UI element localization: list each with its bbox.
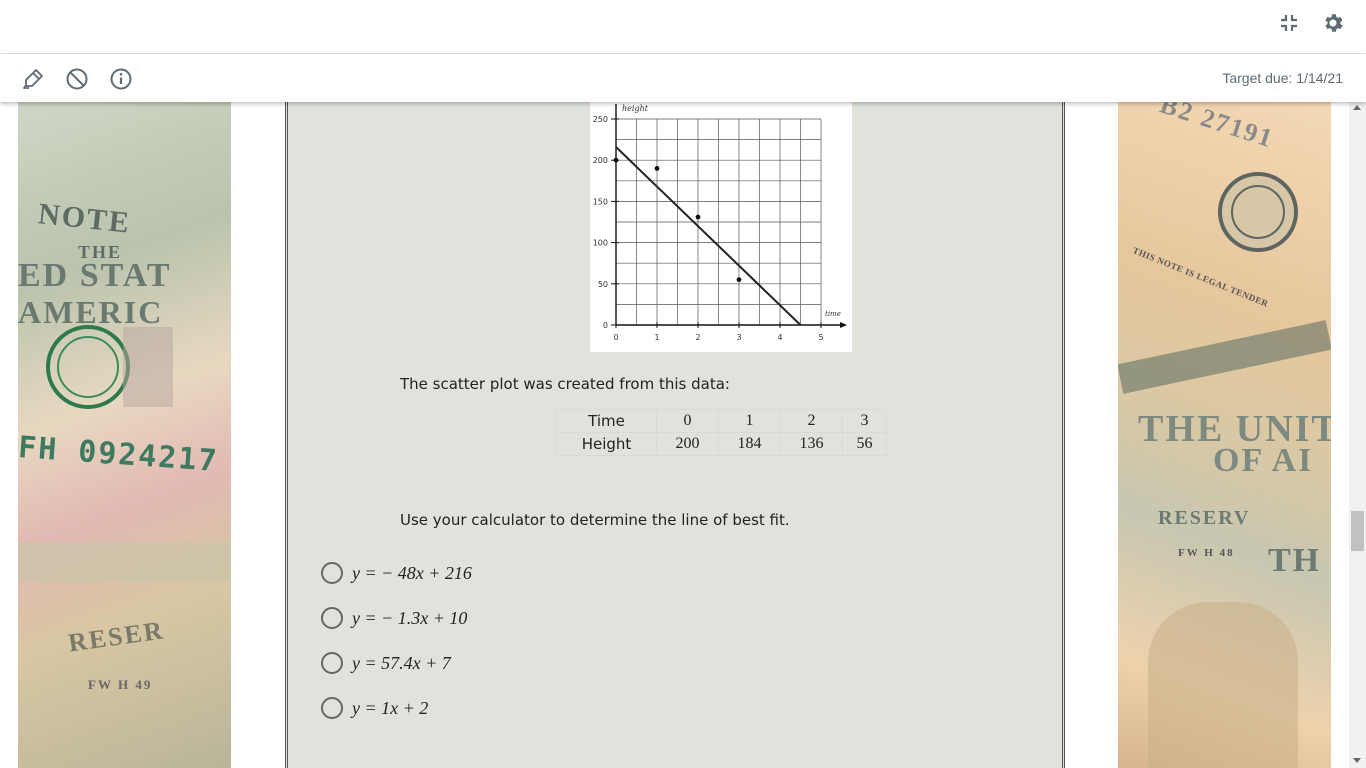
- table-row-header: Height: [556, 432, 657, 456]
- y-tick-label: 0: [603, 321, 608, 330]
- bill-text: TH: [1268, 542, 1322, 579]
- table-row: Time 0 1 2 3: [556, 409, 887, 433]
- radio-button[interactable]: [321, 607, 343, 629]
- table-row-header: Time: [556, 409, 657, 433]
- answer-choice-d[interactable]: y = 1x + 2: [321, 693, 428, 723]
- y-tick-label: 50: [598, 280, 608, 289]
- top-header: [0, 0, 1366, 54]
- bill-text: RESER: [66, 615, 167, 658]
- scroll-down-arrow-icon[interactable]: [1353, 758, 1361, 763]
- collapse-arrows-icon[interactable]: [1276, 10, 1302, 36]
- bill-text: ED STAT: [18, 257, 172, 294]
- scatter-plot: 0 1 2 3 4 5 0 50 100 150 200 250 height time: [590, 102, 852, 352]
- table-cell: 136: [780, 432, 843, 456]
- vertical-scrollbar[interactable]: [1349, 102, 1366, 768]
- answer-choice-c[interactable]: y = 57.4x + 7: [321, 648, 451, 678]
- x-tick-label: 4: [777, 333, 782, 342]
- question-instruction: Use your calculator to determine the lin…: [400, 511, 790, 529]
- scatter-plot-svg: 0 1 2 3 4 5050100150200250heighttime: [593, 104, 847, 342]
- question-panel: 0 1 2 3 4 5 0 50 100 150 200 250 height time The scat…: [285, 102, 1065, 768]
- bill-text: B2 27191: [1156, 102, 1278, 154]
- data-point: [613, 157, 619, 163]
- table-cell: 2: [780, 409, 843, 433]
- answer-choice-text: y = 57.4x + 7: [352, 652, 451, 673]
- highlighter-icon[interactable]: [20, 66, 46, 92]
- answer-choice-b[interactable]: y = − 1.3x + 10: [321, 603, 467, 633]
- answer-choice-a[interactable]: y = − 48x + 216: [321, 558, 472, 588]
- y-tick-label: 100: [593, 239, 608, 248]
- trend-line: [615, 146, 802, 326]
- bill-text: RESERV: [1158, 507, 1251, 529]
- table-cell: 0: [656, 409, 719, 433]
- x-tick-label: 2: [695, 333, 700, 342]
- eliminate-icon[interactable]: [64, 66, 90, 92]
- answer-choice-text: y = 1x + 2: [352, 697, 429, 718]
- table-cell: 56: [842, 432, 887, 456]
- gear-icon[interactable]: [1320, 10, 1346, 36]
- x-tick-label: 1: [654, 333, 659, 342]
- toolbar: Target due: 1/14/21: [0, 54, 1366, 102]
- scroll-up-arrow-icon[interactable]: [1353, 105, 1361, 110]
- data-point: [654, 166, 660, 171]
- bill-text: OF AI: [1213, 442, 1314, 479]
- data-point: [736, 277, 742, 283]
- bill-text: FW H 49: [88, 677, 153, 692]
- radio-button[interactable]: [321, 652, 343, 674]
- question-caption: The scatter plot was created from this d…: [400, 375, 730, 393]
- x-tick-label: 0: [613, 333, 618, 342]
- table-cell: 184: [718, 432, 781, 456]
- target-due-date: Target due: 1/14/21: [1222, 70, 1343, 86]
- y-tick-label: 250: [593, 115, 608, 124]
- info-icon[interactable]: [108, 66, 134, 92]
- x-axis-arrow: [840, 322, 847, 328]
- bill-text: FW H 48: [1178, 547, 1235, 559]
- y-tick-label: 200: [593, 156, 608, 165]
- data-table: Time 0 1 2 3 Height 200 184 136 56: [556, 409, 887, 456]
- bill-text: NOTE: [36, 197, 133, 240]
- decorative-banknote-left: NOTE THE ED STAT AMERIC FH 0924217 RESER…: [18, 102, 231, 768]
- decorative-banknote-right: B2 27191 THIS NOTE IS LEGAL TENDER THE U…: [1118, 102, 1331, 768]
- radio-button[interactable]: [321, 697, 343, 719]
- table-cell: 200: [656, 432, 719, 456]
- answer-choice-text: y = − 1.3x + 10: [352, 607, 468, 628]
- x-tick-label: 3: [736, 333, 741, 342]
- table-row: Height 200 184 136 56: [556, 432, 887, 456]
- x-tick-label: 5: [818, 333, 823, 342]
- table-cell: 3: [842, 409, 887, 433]
- bill-serial-text: FH 0924217: [18, 430, 220, 479]
- x-axis-label: time: [825, 310, 841, 318]
- y-axis-label: height: [622, 104, 649, 113]
- table-cell: 1: [718, 409, 781, 433]
- y-tick-label: 150: [593, 197, 608, 206]
- scrollbar-thumb[interactable]: [1351, 511, 1364, 551]
- radio-button[interactable]: [321, 562, 343, 584]
- data-point: [695, 214, 701, 220]
- answer-choice-text: y = − 48x + 216: [352, 562, 472, 583]
